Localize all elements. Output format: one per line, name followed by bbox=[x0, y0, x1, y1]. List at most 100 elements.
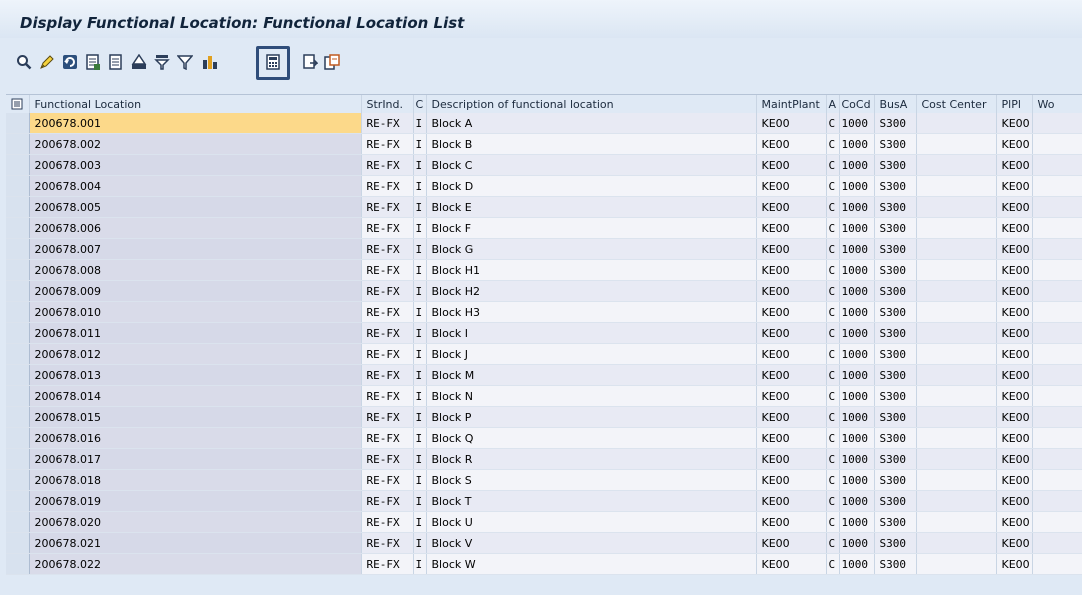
cell-strind: RE-FX bbox=[361, 196, 414, 218]
column-header-description[interactable]: Description of functional location bbox=[426, 95, 757, 113]
row-selector[interactable] bbox=[6, 448, 30, 470]
table-row[interactable]: 200678.005 RE-FX I Block E KE00 C 1000 S300 KE00 bbox=[6, 196, 1082, 218]
cell-c: I bbox=[413, 217, 427, 239]
column-header-maintplant[interactable]: MaintPlant bbox=[756, 95, 827, 113]
row-selector[interactable] bbox=[6, 343, 30, 365]
filter-icon[interactable] bbox=[152, 52, 172, 72]
cell-wo bbox=[1032, 427, 1082, 449]
cell-a: C bbox=[826, 364, 840, 386]
table-row[interactable]: 200678.014 RE-FX I Block N KE00 C 1000 S300 KE00 bbox=[6, 385, 1082, 407]
cell-cocd: 1000 bbox=[839, 406, 875, 428]
export-icon[interactable] bbox=[300, 52, 320, 72]
cell-c: I bbox=[413, 259, 427, 281]
cell-cocd: 1000 bbox=[839, 217, 875, 239]
row-selector[interactable] bbox=[6, 196, 30, 218]
select-layout-icon[interactable] bbox=[83, 52, 103, 72]
cell-maintplant: KE00 bbox=[756, 343, 827, 365]
cell-strind: RE-FX bbox=[361, 511, 414, 533]
row-selector[interactable] bbox=[6, 511, 30, 533]
table-row[interactable]: 200678.009 RE-FX I Block H2 KE00 C 1000 S300 KE0… bbox=[6, 280, 1082, 302]
row-selector[interactable] bbox=[6, 113, 30, 134]
cell-strind: RE-FX bbox=[361, 238, 414, 260]
chart-icon[interactable] bbox=[200, 52, 220, 72]
cell-cost-center bbox=[916, 532, 997, 554]
cell-plpl: KE00 bbox=[996, 154, 1033, 176]
table-row[interactable]: 200678.022 RE-FX I Block W KE00 C 1000 S300 KE00 bbox=[6, 553, 1082, 575]
cell-c: I bbox=[413, 448, 427, 470]
cell-c: I bbox=[413, 280, 427, 302]
row-selector[interactable] bbox=[6, 238, 30, 260]
table-row[interactable]: 200678.004 RE-FX I Block D KE00 C 1000 S300 KE00 bbox=[6, 175, 1082, 197]
row-selector[interactable] bbox=[6, 427, 30, 449]
row-selector[interactable] bbox=[6, 154, 30, 176]
cell-strind: RE-FX bbox=[361, 280, 414, 302]
table-row[interactable]: 200678.019 RE-FX I Block T KE00 C 1000 S300 KE00 bbox=[6, 490, 1082, 512]
table-row[interactable]: 200678.008 RE-FX I Block H1 KE00 C 1000 S300 KE0… bbox=[6, 259, 1082, 281]
table-row[interactable]: 200678.010 RE-FX I Block H3 KE00 C 1000 S300 KE0… bbox=[6, 301, 1082, 323]
row-selector[interactable] bbox=[6, 406, 30, 428]
cell-maintplant: KE00 bbox=[756, 196, 827, 218]
cell-busa: S300 bbox=[874, 133, 917, 155]
table-row[interactable]: 200678.011 RE-FX I Block I KE00 C 1000 S300 KE00 bbox=[6, 322, 1082, 344]
choose-layout-icon[interactable] bbox=[106, 52, 126, 72]
cell-cocd: 1000 bbox=[839, 301, 875, 323]
cell-plpl: KE00 bbox=[996, 238, 1033, 260]
table-row[interactable]: 200678.020 RE-FX I Block U KE00 C 1000 S300 KE00 bbox=[6, 511, 1082, 533]
refresh-icon[interactable] bbox=[60, 52, 80, 72]
cell-wo bbox=[1032, 532, 1082, 554]
column-header-strind[interactable]: StrInd. bbox=[361, 95, 414, 113]
set-filter-icon[interactable] bbox=[175, 52, 195, 72]
column-header-busa[interactable]: BusA bbox=[874, 95, 917, 113]
row-selector[interactable] bbox=[6, 553, 30, 575]
cell-strind: RE-FX bbox=[361, 322, 414, 344]
row-selector[interactable] bbox=[6, 322, 30, 344]
column-header-cost-center[interactable]: Cost Center bbox=[916, 95, 997, 113]
column-header-a[interactable]: A bbox=[826, 95, 840, 113]
column-header-functional-location[interactable]: Functional Location bbox=[29, 95, 362, 113]
column-header-plpl[interactable]: PlPl bbox=[996, 95, 1033, 113]
table-row[interactable]: 200678.017 RE-FX I Block R KE00 C 1000 S300 KE00 bbox=[6, 448, 1082, 470]
row-selector[interactable] bbox=[6, 175, 30, 197]
row-selector[interactable] bbox=[6, 133, 30, 155]
cell-functional-location: 200678.008 bbox=[29, 259, 362, 281]
cell-cost-center bbox=[916, 238, 997, 260]
table-row[interactable]: 200678.001 RE-FX I Block A KE00 C 1000 S300 KE00 bbox=[6, 113, 1082, 134]
table-row[interactable]: 200678.003 RE-FX I Block C KE00 C 1000 S300 KE00 bbox=[6, 154, 1082, 176]
table-row[interactable]: 200678.018 RE-FX I Block S KE00 C 1000 S300 KE00 bbox=[6, 469, 1082, 491]
table-row[interactable]: 200678.012 RE-FX I Block J KE00 C 1000 S300 KE00 bbox=[6, 343, 1082, 365]
row-selector[interactable] bbox=[6, 532, 30, 554]
row-selector[interactable] bbox=[6, 217, 30, 239]
cell-functional-location: 200678.002 bbox=[29, 133, 362, 155]
row-selector[interactable] bbox=[6, 280, 30, 302]
column-header-c[interactable]: C bbox=[413, 95, 427, 113]
table-row[interactable]: 200678.015 RE-FX I Block P KE00 C 1000 S300 KE00 bbox=[6, 406, 1082, 428]
row-selector[interactable] bbox=[6, 385, 30, 407]
print-icon[interactable] bbox=[129, 52, 149, 72]
details-magnifier-icon[interactable] bbox=[14, 52, 34, 72]
cell-c: I bbox=[413, 196, 427, 218]
cell-maintplant: KE00 bbox=[756, 217, 827, 239]
row-selector[interactable] bbox=[6, 364, 30, 386]
local-file-icon[interactable] bbox=[322, 52, 342, 72]
table-row[interactable]: 200678.002 RE-FX I Block B KE00 C 1000 S300 KE00 bbox=[6, 133, 1082, 155]
row-selector[interactable] bbox=[6, 490, 30, 512]
cell-wo bbox=[1032, 280, 1082, 302]
cell-a: C bbox=[826, 343, 840, 365]
table-row[interactable]: 200678.006 RE-FX I Block F KE00 C 1000 S300 KE00 bbox=[6, 217, 1082, 239]
row-selector[interactable] bbox=[6, 301, 30, 323]
column-header-wo[interactable]: Wo bbox=[1032, 95, 1082, 113]
table-row[interactable]: 200678.007 RE-FX I Block G KE00 C 1000 S300 KE00 bbox=[6, 238, 1082, 260]
edit-pencil-icon[interactable] bbox=[37, 52, 57, 72]
table-row[interactable]: 200678.021 RE-FX I Block V KE00 C 1000 S300 KE00 bbox=[6, 532, 1082, 554]
cell-strind: RE-FX bbox=[361, 406, 414, 428]
row-selector[interactable] bbox=[6, 469, 30, 491]
table-row[interactable]: 200678.016 RE-FX I Block Q KE00 C 1000 S300 KE00 bbox=[6, 427, 1082, 449]
select-all-button[interactable] bbox=[6, 95, 30, 113]
cell-wo bbox=[1032, 175, 1082, 197]
row-selector[interactable] bbox=[6, 259, 30, 281]
cell-maintplant: KE00 bbox=[756, 364, 827, 386]
cell-plpl: KE00 bbox=[996, 113, 1033, 134]
column-header-cocd[interactable]: CoCd bbox=[839, 95, 875, 113]
cell-functional-location: 200678.022 bbox=[29, 553, 362, 575]
table-row[interactable]: 200678.013 RE-FX I Block M KE00 C 1000 S300 KE00 bbox=[6, 364, 1082, 386]
